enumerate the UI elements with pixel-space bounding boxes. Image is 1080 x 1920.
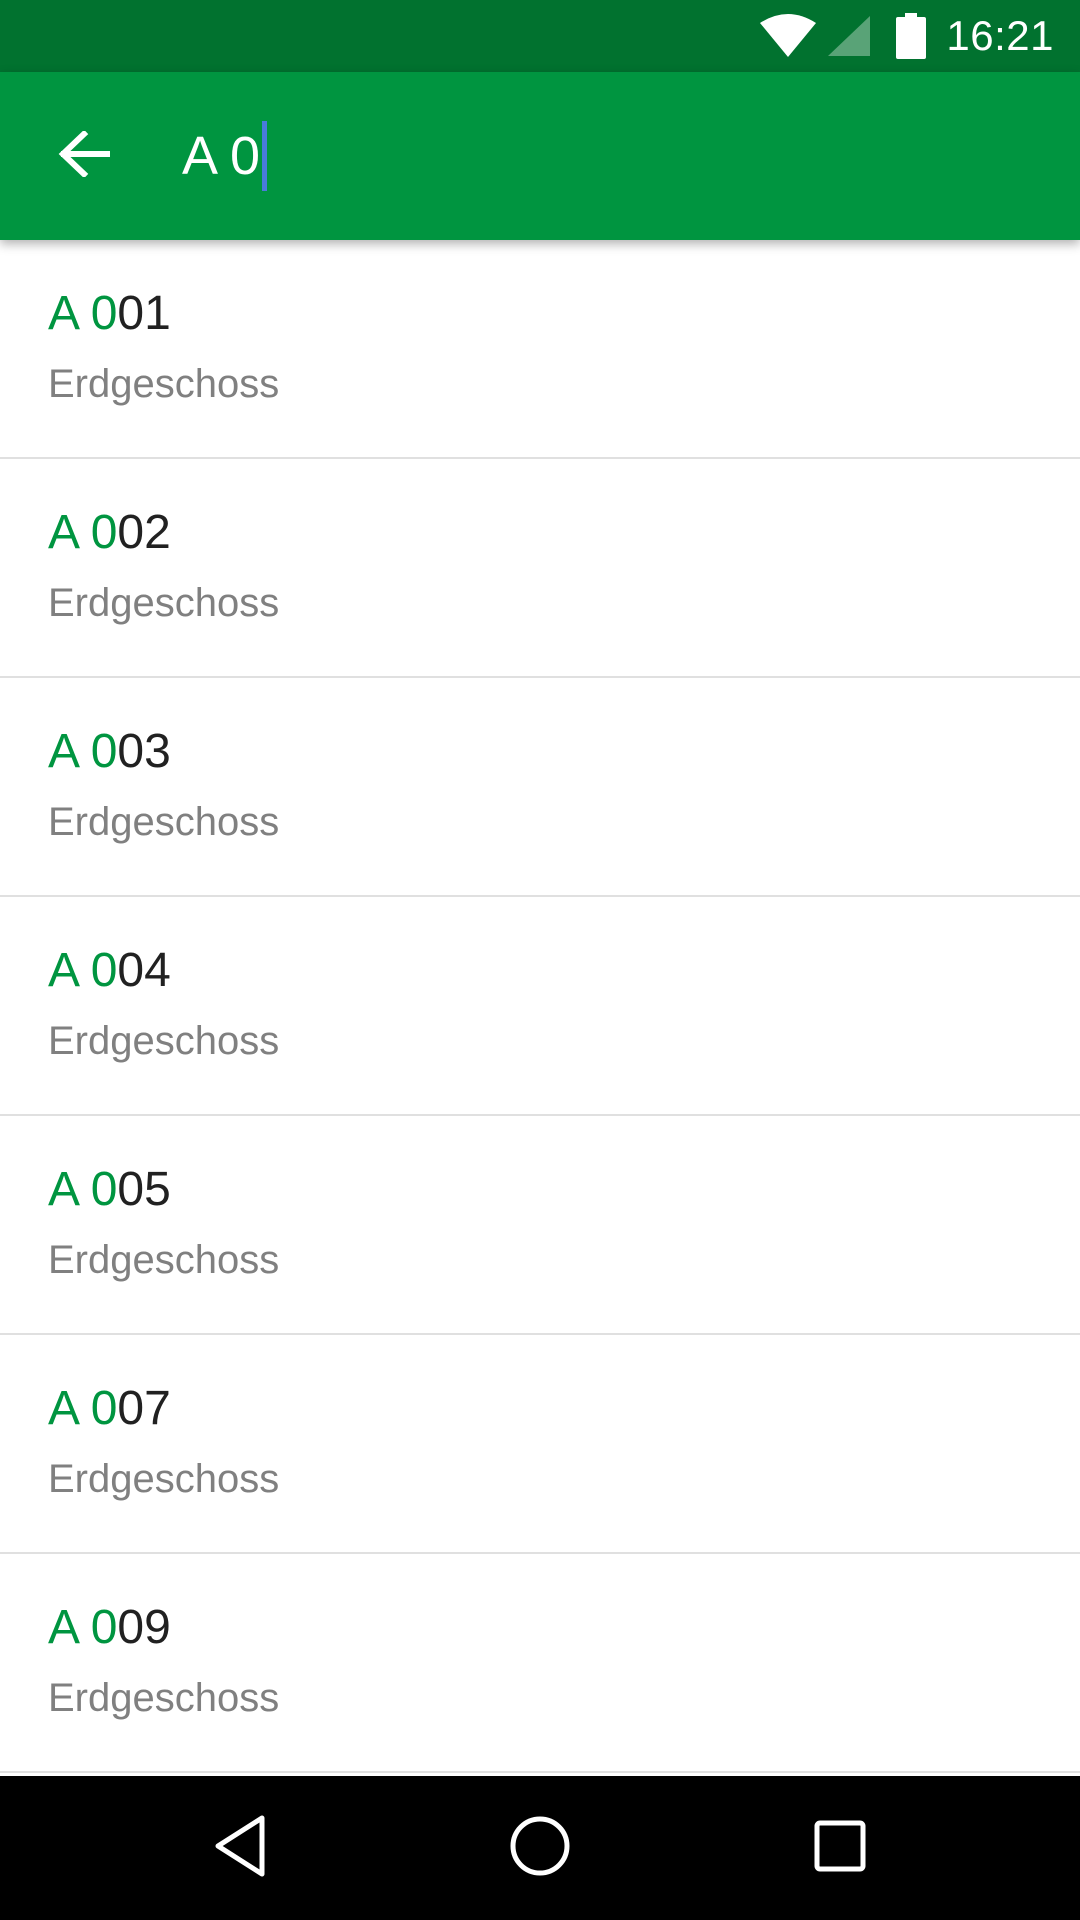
room-title-match: A 0 [48, 287, 118, 340]
list-item[interactable]: A 007 Erdgeschoss [0, 1335, 1080, 1554]
room-title-match: A 0 [48, 1163, 118, 1216]
room-floor: Erdgeschoss [48, 362, 280, 406]
nav-back-button[interactable] [190, 1798, 290, 1898]
nav-recents-button[interactable] [790, 1798, 890, 1898]
room-title-rest: 07 [117, 1382, 171, 1435]
room-title: A 007 [48, 1385, 171, 1433]
list-item[interactable]: A 003 Erdgeschoss [0, 678, 1080, 897]
room-title-rest: 05 [117, 1163, 171, 1216]
room-title-match: A 0 [48, 944, 118, 997]
room-floor: Erdgeschoss [48, 1238, 280, 1282]
list-item[interactable]: A 001 Erdgeschoss [0, 240, 1080, 459]
room-title: A 003 [48, 728, 171, 776]
room-title-rest: 01 [117, 287, 171, 340]
text-caret [262, 121, 268, 191]
search-results-list: A 001 Erdgeschoss A 002 Erdgeschoss A 00… [0, 240, 1080, 1776]
room-title: A 002 [48, 509, 171, 557]
arrow-left-icon [58, 129, 111, 182]
room-title: A 005 [48, 1166, 171, 1214]
battery-icon [896, 13, 927, 59]
status-time: 16:21 [946, 12, 1054, 59]
search-toolbar: A 0 [0, 72, 1080, 240]
list-item[interactable]: A 002 Erdgeschoss [0, 459, 1080, 678]
room-title-match: A 0 [48, 725, 118, 778]
room-floor: Erdgeschoss [48, 581, 280, 625]
cell-signal-icon [826, 14, 872, 58]
list-item[interactable]: A 005 Erdgeschoss [0, 1116, 1080, 1335]
search-input[interactable]: A 0 [182, 114, 1022, 198]
room-floor: Erdgeschoss [48, 800, 280, 844]
room-title: A 004 [48, 947, 171, 995]
room-title-rest: 04 [117, 944, 171, 997]
list-item[interactable]: A 004 Erdgeschoss [0, 897, 1080, 1116]
room-title-match: A 0 [48, 1601, 118, 1654]
system-navigation-bar [0, 1776, 1080, 1920]
nav-home-button[interactable] [490, 1798, 590, 1898]
room-title-match: A 0 [48, 1382, 118, 1435]
wifi-icon [758, 13, 818, 59]
room-floor: Erdgeschoss [48, 1457, 280, 1501]
back-triangle-icon [210, 1814, 270, 1883]
room-title: A 001 [48, 290, 171, 338]
list-item[interactable]: A 009 Erdgeschoss [0, 1554, 1080, 1773]
room-title: A 009 [48, 1604, 171, 1652]
search-input-value: A 0 [182, 126, 261, 186]
status-icons: 16:21 [758, 0, 1054, 72]
room-floor: Erdgeschoss [48, 1676, 280, 1720]
room-title-rest: 02 [117, 506, 171, 559]
room-title-match: A 0 [48, 506, 118, 559]
home-circle-icon [509, 1815, 571, 1882]
status-bar: 16:21 [0, 0, 1080, 72]
back-button[interactable] [36, 108, 132, 204]
room-title-rest: 09 [117, 1601, 171, 1654]
recents-square-icon [813, 1819, 867, 1878]
room-floor: Erdgeschoss [48, 1019, 280, 1063]
room-title-rest: 03 [117, 725, 171, 778]
